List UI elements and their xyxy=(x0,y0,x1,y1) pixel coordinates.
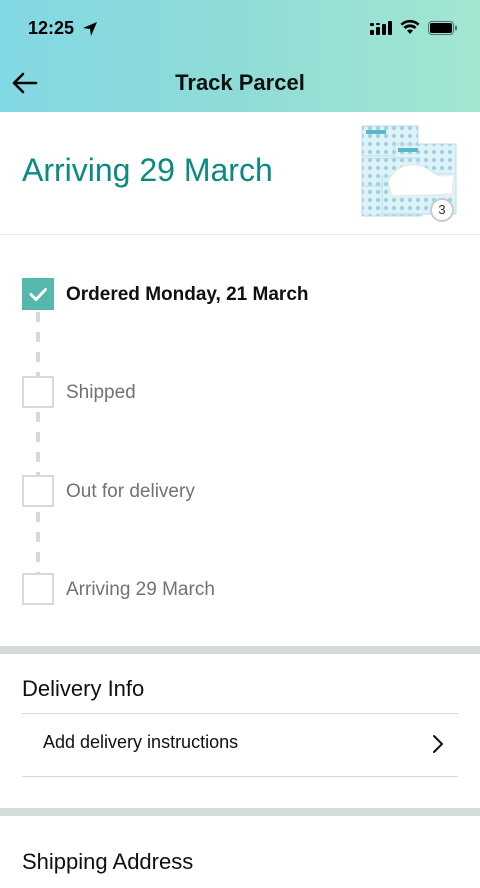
add-delivery-instructions-button[interactable]: Add delivery instructions xyxy=(22,714,458,776)
delivery-info-title: Delivery Info xyxy=(22,676,145,701)
step-checkbox-shipped xyxy=(22,376,54,408)
status-time: 12:25 xyxy=(28,18,75,38)
step-label-shipped: Shipped xyxy=(66,382,136,403)
checkmark-icon xyxy=(29,288,47,301)
shipping-address-title: Shipping Address xyxy=(22,849,194,874)
chevron-right-icon xyxy=(433,735,443,753)
step-checkbox-arriving xyxy=(22,573,54,605)
timeline-connector xyxy=(36,312,40,578)
battery-icon xyxy=(428,20,457,35)
step-label-arriving: Arriving 29 March xyxy=(66,579,215,600)
divider xyxy=(0,234,480,235)
arrival-date-title: Arriving 29 March xyxy=(22,152,273,188)
divider xyxy=(22,776,458,777)
quantity-badge: 3 xyxy=(430,198,454,222)
header-bar: 12:25 Track Parcel xyxy=(0,0,480,112)
step-checkbox-ordered xyxy=(22,278,54,310)
section-divider xyxy=(0,808,480,816)
signal-icon xyxy=(370,20,392,35)
step-checkbox-out-for-delivery xyxy=(22,475,54,507)
location-arrow-icon xyxy=(83,22,97,36)
wifi-icon xyxy=(400,20,420,34)
step-label-ordered: Ordered Monday, 21 March xyxy=(66,284,309,305)
status-icons xyxy=(370,20,458,35)
step-label-out-for-delivery: Out for delivery xyxy=(66,481,195,502)
add-delivery-instructions-label: Add delivery instructions xyxy=(43,732,239,752)
page-title: Track Parcel xyxy=(175,70,305,95)
section-divider xyxy=(0,646,480,654)
